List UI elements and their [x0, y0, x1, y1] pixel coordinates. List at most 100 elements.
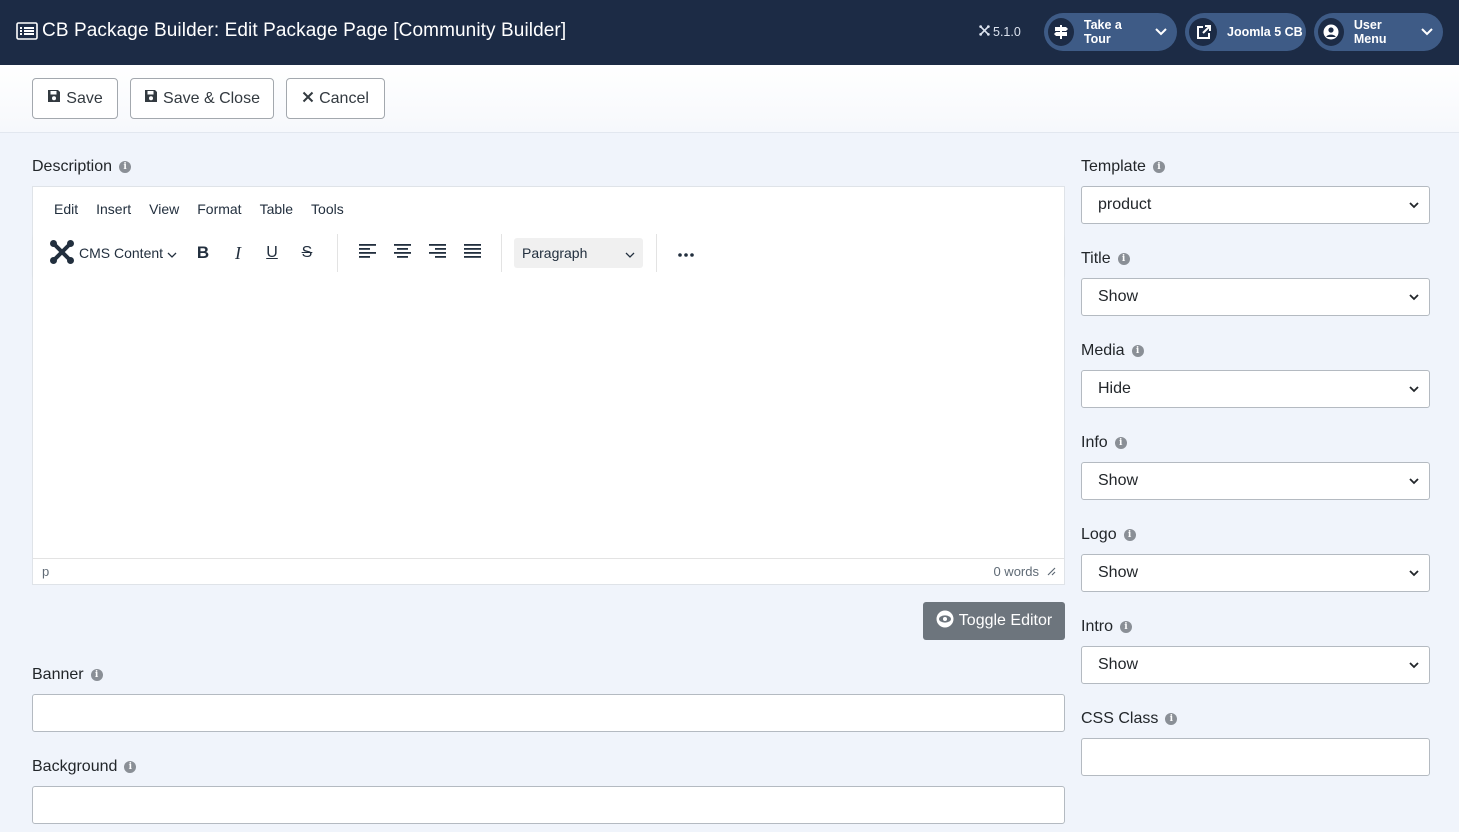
view-site-label: Joomla 5 CB: [1227, 25, 1303, 39]
media-label: Media: [1081, 342, 1125, 359]
template-select[interactable]: product: [1081, 186, 1430, 224]
menu-view[interactable]: View: [149, 201, 179, 217]
user-icon: [1318, 18, 1344, 46]
title-select[interactable]: Show: [1081, 278, 1430, 316]
joomla-icon: [49, 239, 75, 268]
info-icon[interactable]: i: [1120, 621, 1133, 633]
banner-label-wrap: Banner i: [32, 666, 103, 684]
info-value: Show: [1098, 472, 1139, 489]
chevron-down-icon: [1409, 288, 1419, 306]
cancel-label: Cancel: [319, 89, 369, 107]
page-title-wrap: CB Package Builder: Edit Package Page [C…: [16, 20, 566, 42]
chevron-down-icon: [1409, 472, 1419, 490]
eye-icon: [936, 610, 954, 633]
background-label: Background: [32, 758, 118, 775]
bold-button[interactable]: B: [190, 238, 216, 268]
word-count[interactable]: 0 words: [993, 564, 1039, 579]
align-left-button[interactable]: [354, 238, 380, 268]
underline-button[interactable]: U: [259, 238, 285, 268]
intro-label: Intro: [1081, 618, 1114, 635]
more-icon: [678, 244, 694, 262]
cms-content-dropdown[interactable]: CMS Content: [49, 238, 177, 268]
signpost-icon: [1048, 18, 1074, 46]
editor-toolbar: CMS Content B I U S Paragraph: [33, 231, 1064, 277]
info-icon[interactable]: i: [1165, 713, 1178, 725]
cancel-button[interactable]: Cancel: [286, 78, 385, 119]
info-icon[interactable]: i: [119, 161, 132, 173]
toggle-editor-label: Toggle Editor: [958, 612, 1053, 629]
joomla-icon: [979, 25, 990, 39]
chevron-down-icon: [1409, 564, 1419, 582]
align-right-button[interactable]: [424, 238, 450, 268]
editor-statusbar: p 0 words: [33, 558, 1064, 584]
align-justify-button[interactable]: [459, 238, 485, 268]
info-icon[interactable]: i: [1123, 529, 1136, 541]
chevron-down-icon: [1409, 656, 1419, 674]
intro-select[interactable]: Show: [1081, 646, 1430, 684]
info-label: Info: [1081, 434, 1108, 451]
italic-icon: I: [235, 242, 241, 263]
save-label: Save: [66, 89, 103, 107]
block-format-dropdown[interactable]: Paragraph: [514, 238, 643, 268]
editor-menubar: Edit Insert View Format Table Tools: [33, 187, 1064, 231]
intro-label-wrap: Intro i: [1081, 618, 1133, 636]
block-format-value: Paragraph: [522, 245, 588, 261]
banner-input[interactable]: [32, 694, 1065, 732]
user-menu-button[interactable]: User Menu: [1314, 13, 1443, 51]
info-icon[interactable]: i: [1114, 437, 1127, 449]
italic-button[interactable]: I: [225, 238, 251, 268]
menu-format[interactable]: Format: [197, 201, 241, 217]
chevron-down-icon: [1409, 196, 1419, 214]
title-value: Show: [1098, 288, 1139, 305]
info-icon[interactable]: i: [124, 761, 137, 773]
background-input[interactable]: [32, 786, 1065, 824]
info-icon[interactable]: i: [90, 669, 103, 681]
chevron-down-icon: [1409, 380, 1419, 398]
align-center-icon: [393, 243, 411, 263]
css-class-input[interactable]: [1081, 738, 1430, 776]
more-button[interactable]: [672, 238, 700, 268]
save-close-label: Save & Close: [163, 89, 260, 107]
info-select[interactable]: Show: [1081, 462, 1430, 500]
editor-content-area[interactable]: [33, 277, 1064, 559]
resize-handle-icon[interactable]: [1047, 564, 1056, 579]
menu-edit[interactable]: Edit: [54, 201, 78, 217]
menu-insert[interactable]: Insert: [96, 201, 131, 217]
chevron-down-icon: [625, 245, 635, 261]
strikethrough-icon: S: [301, 244, 313, 261]
info-label-wrap: Info i: [1081, 434, 1127, 452]
element-path[interactable]: p: [42, 564, 49, 579]
version-number: 5.1.0: [993, 25, 1021, 39]
align-center-button[interactable]: [389, 238, 415, 268]
list-icon: [16, 22, 38, 40]
template-label-wrap: Template i: [1081, 158, 1165, 176]
menu-tools[interactable]: Tools: [311, 201, 344, 217]
chevron-down-icon: [1155, 28, 1167, 36]
save-button[interactable]: Save: [32, 78, 118, 119]
banner-label: Banner: [32, 666, 84, 683]
menu-table[interactable]: Table: [260, 201, 293, 217]
media-select[interactable]: Hide: [1081, 370, 1430, 408]
logo-label: Logo: [1081, 526, 1117, 543]
info-icon[interactable]: i: [1152, 161, 1165, 173]
view-site-button[interactable]: Joomla 5 CB: [1185, 13, 1306, 51]
info-icon[interactable]: i: [1117, 253, 1130, 265]
take-a-tour-button[interactable]: Take a Tour: [1044, 13, 1177, 51]
toolbar-divider: [501, 234, 502, 272]
page-title: CB Package Builder: Edit Package Page [C…: [42, 20, 567, 41]
save-close-button[interactable]: Save & Close: [130, 78, 274, 119]
underline-icon: U: [266, 244, 278, 261]
version-info: 5.1.0: [979, 25, 1021, 39]
align-justify-icon: [463, 243, 481, 263]
info-icon[interactable]: i: [1131, 345, 1144, 357]
strikethrough-button[interactable]: S: [294, 238, 320, 268]
logo-select[interactable]: Show: [1081, 554, 1430, 592]
user-menu-label: User Menu: [1353, 18, 1387, 46]
toggle-editor-button[interactable]: Toggle Editor: [923, 602, 1065, 640]
title-label-wrap: Title i: [1081, 250, 1130, 268]
media-value: Hide: [1098, 380, 1131, 397]
media-label-wrap: Media i: [1081, 342, 1144, 360]
chevron-down-icon: [167, 245, 177, 261]
logo-label-wrap: Logo i: [1081, 526, 1136, 544]
template-label: Template: [1081, 158, 1146, 175]
